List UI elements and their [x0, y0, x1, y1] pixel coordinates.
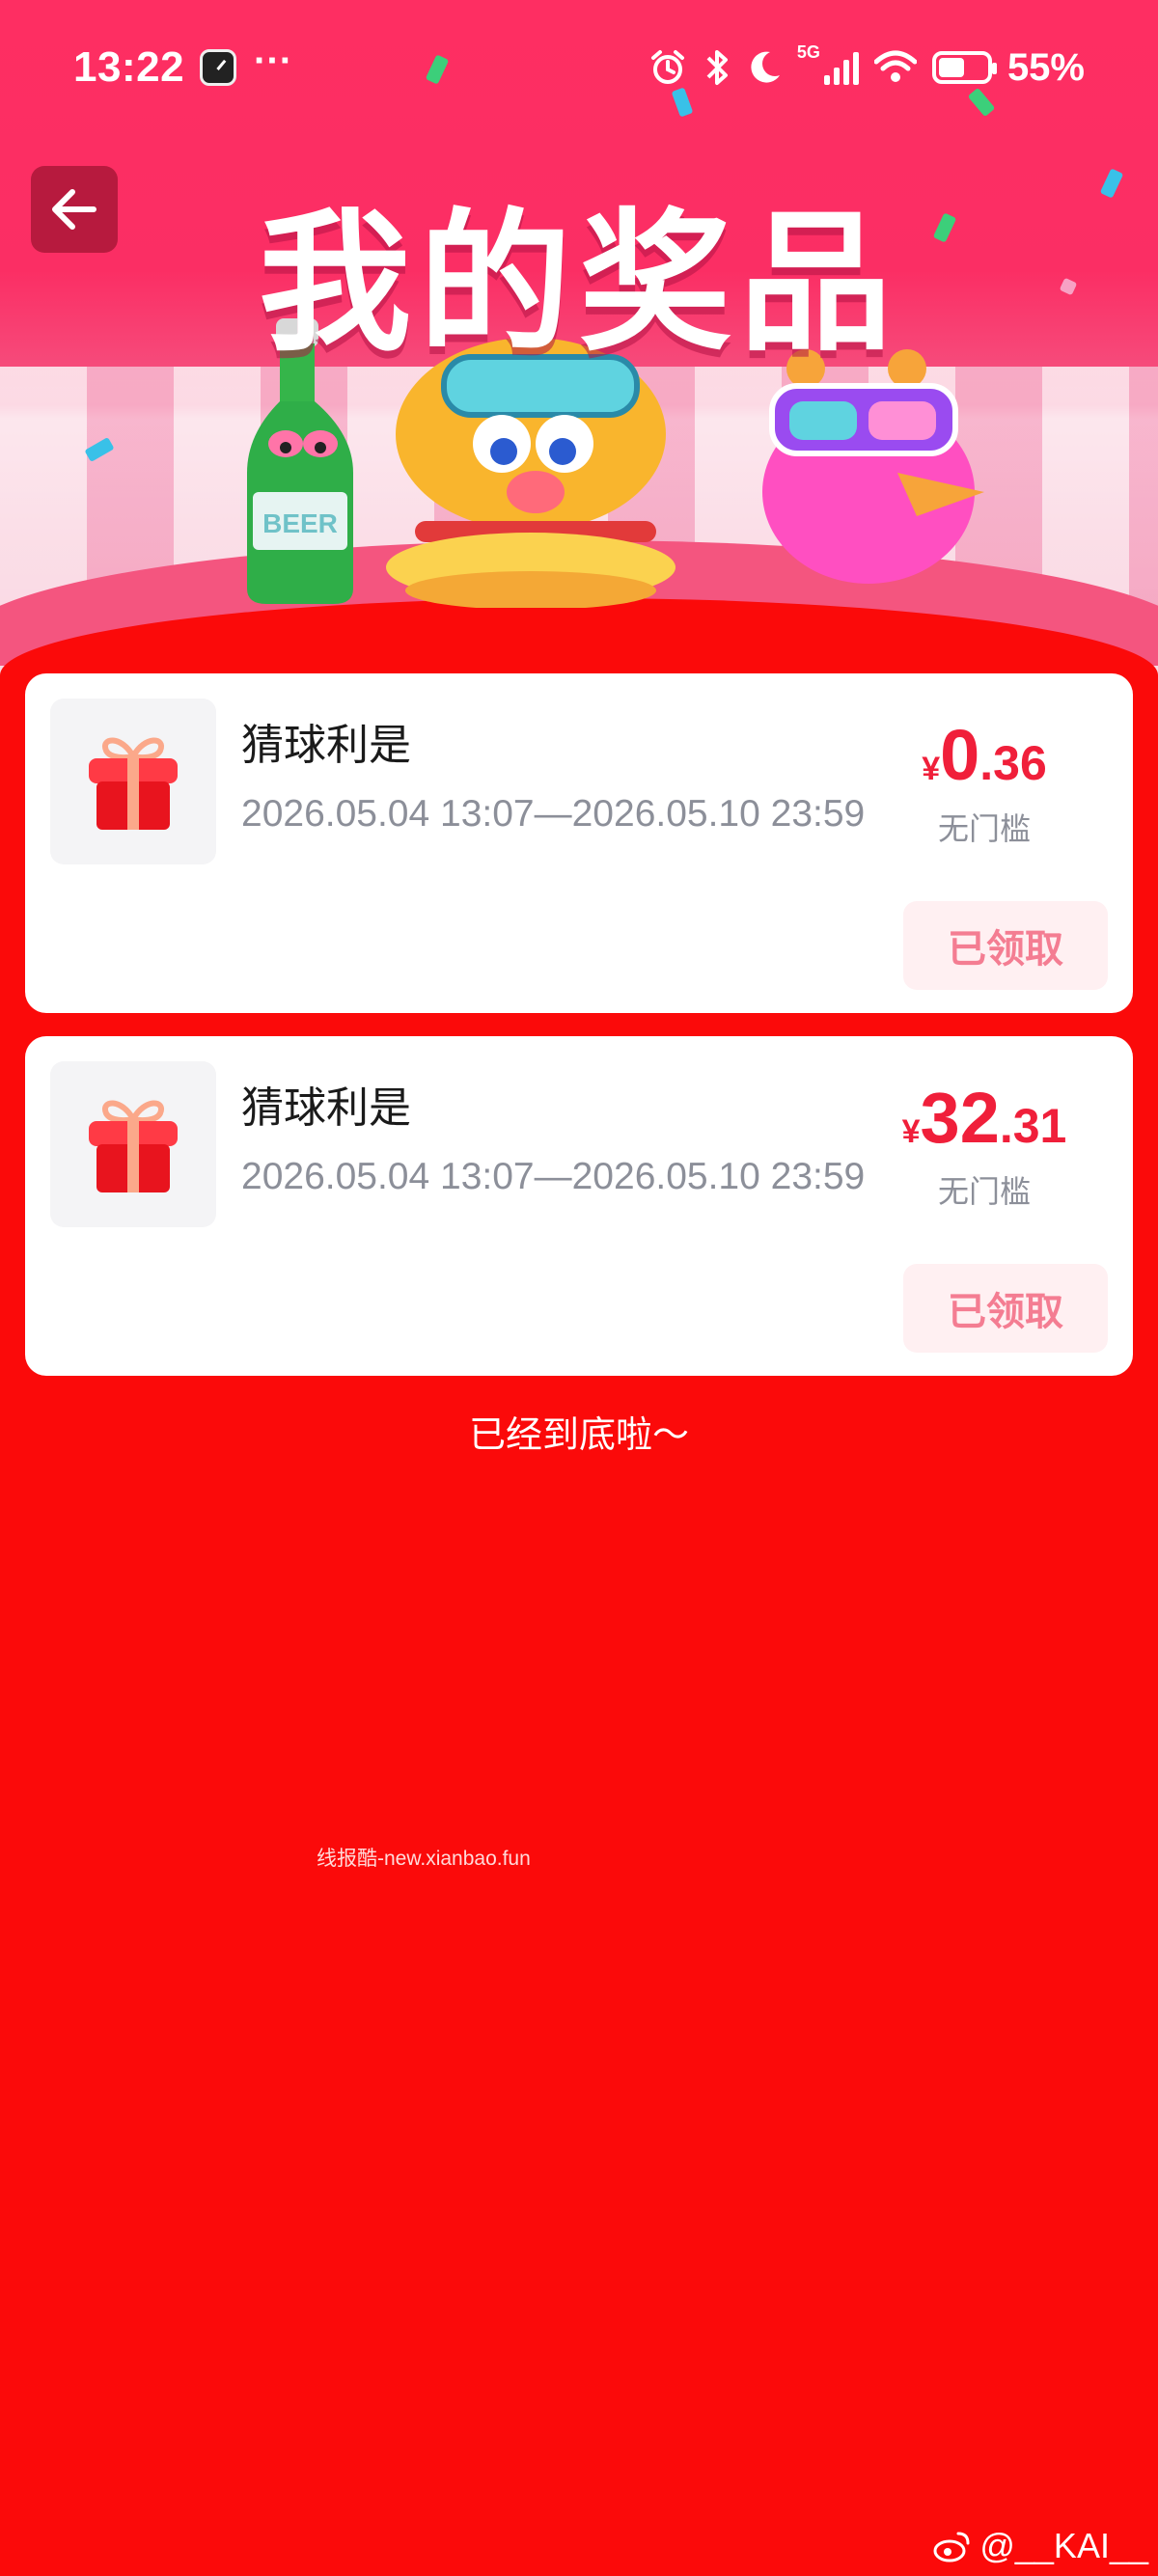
end-of-list-text: 已经到底啦～: [468, 1413, 689, 1456]
prize-thumbnail: [50, 699, 216, 864]
do-not-disturb-moon-icon: [751, 51, 780, 83]
prize-name: 猜球利是: [241, 721, 411, 770]
battery-icon: [931, 51, 997, 84]
wifi-icon: [873, 50, 917, 82]
battery-percent: 55%: [1006, 45, 1085, 89]
weibo-credit: @__KAI__: [933, 2526, 1148, 2566]
signal-icon: [823, 50, 859, 85]
more-notifications-icon: ···: [254, 39, 293, 82]
amount-integer: 0: [940, 715, 980, 795]
status-bar: 13:22 ··· 5G 55%: [0, 0, 1158, 135]
claimed-button[interactable]: 已领取: [903, 1264, 1108, 1353]
amount-decimal: .36: [979, 736, 1047, 790]
alarm-icon: [650, 50, 684, 84]
page-title: 我的奖品: [259, 195, 899, 372]
pink-mascot: [762, 349, 984, 584]
prize-validity-period: 2026.05.04 13:07—2026.05.10 23:59: [241, 1156, 866, 1197]
bluetooth-icon: [706, 50, 728, 85]
prize-card: 猜球利是 2026.05.04 13:07—2026.05.10 23:59 ¥…: [25, 673, 1133, 1013]
gift-icon: [89, 1100, 178, 1192]
prize-threshold: 无门槛: [937, 1173, 1031, 1210]
currency-symbol: ¥: [901, 1113, 921, 1150]
prize-amount: ¥32.31: [878, 1077, 1090, 1159]
amount-decimal: .31: [999, 1099, 1067, 1153]
watermark-text: 线报酷-new.xianbao.fun: [317, 1848, 531, 1870]
amount-integer: 32: [920, 1078, 1000, 1158]
network-type: 5G: [796, 41, 820, 62]
status-time: 13:22: [73, 43, 185, 91]
claimed-button[interactable]: 已领取: [903, 901, 1108, 990]
currency-symbol: ¥: [922, 751, 941, 787]
prize-validity-period: 2026.05.04 13:07—2026.05.10 23:59: [241, 793, 866, 835]
prize-card: 猜球利是 2026.05.04 13:07—2026.05.10 23:59 ¥…: [25, 1036, 1133, 1376]
prize-threshold: 无门槛: [937, 810, 1031, 847]
prize-list: 猜球利是 2026.05.04 13:07—2026.05.10 23:59 ¥…: [25, 673, 1133, 1399]
gift-icon: [89, 737, 178, 830]
clock-app-icon: [200, 49, 237, 86]
prize-amount: ¥0.36: [878, 714, 1090, 796]
prize-thumbnail: [50, 1061, 216, 1227]
svg-text:BEER: BEER: [262, 508, 338, 538]
prize-name: 猜球利是: [241, 1083, 411, 1133]
credit-handle: @__KAI__: [979, 2526, 1148, 2565]
weibo-icon: [933, 2532, 970, 2562]
